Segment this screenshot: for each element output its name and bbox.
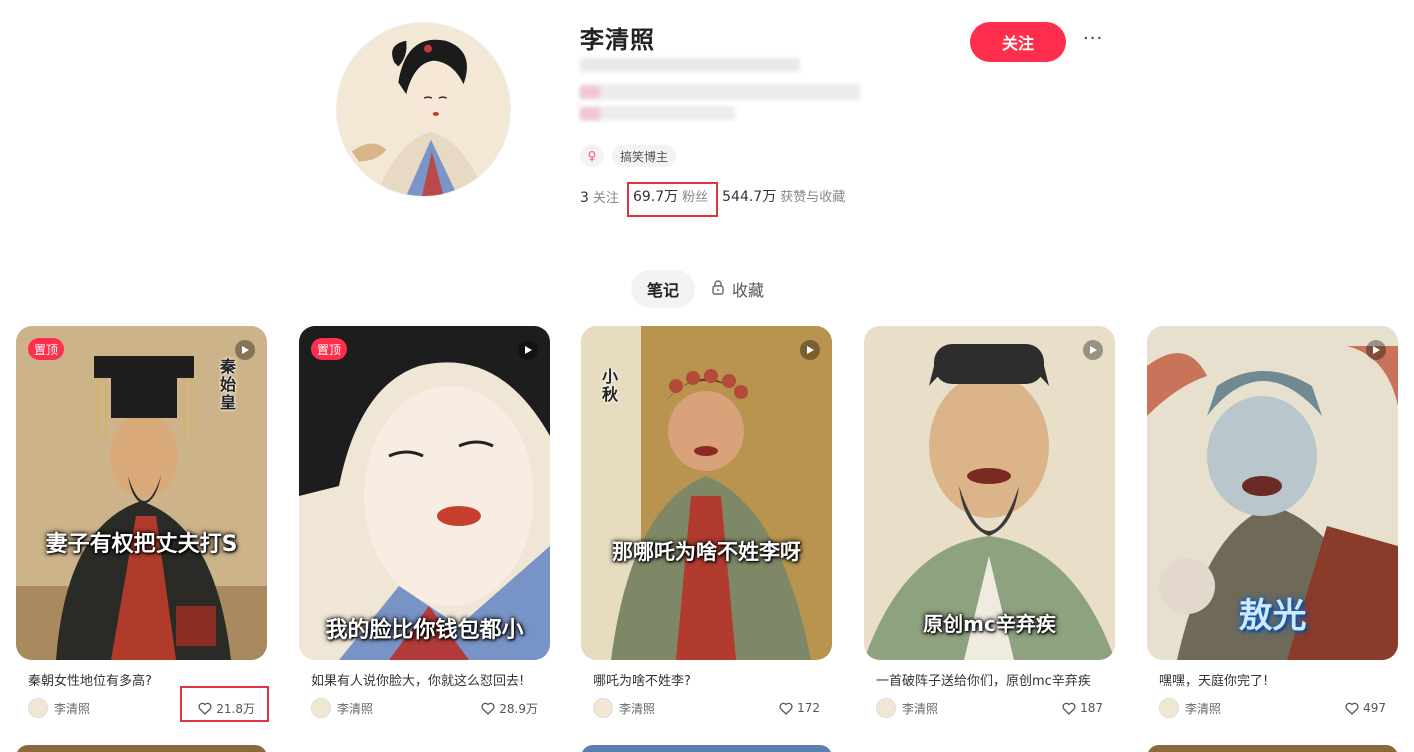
more-options-button[interactable]: ··· xyxy=(1083,28,1103,49)
like-button[interactable]: 28.9万 xyxy=(481,700,538,717)
next-row-cover xyxy=(581,745,832,752)
note-card[interactable]: 置顶 秦始皇 妻子有权把丈夫打S 秦朝女性地位有多高? 李清照 21.8万 xyxy=(16,326,267,718)
author-name: 李清照 xyxy=(1185,701,1222,716)
like-count: 187 xyxy=(1080,701,1103,715)
note-card[interactable]: 小秋 那哪吒为啥不姓李呀 哪吒为啥不姓李? 李清照 172 xyxy=(581,326,832,718)
cover-caption: 原创mc辛弃疾 xyxy=(923,612,1056,636)
tab-notes[interactable]: 笔记 xyxy=(631,270,695,308)
like-count: 28.9万 xyxy=(499,701,538,716)
video-play-icon xyxy=(518,340,538,360)
author-name: 李清照 xyxy=(902,701,939,716)
video-play-icon xyxy=(1366,340,1386,360)
redacted-bio-accent-2 xyxy=(580,108,600,120)
note-author[interactable]: 李清照 xyxy=(593,698,655,718)
note-card[interactable]: 置顶 我的脸比你钱包都小 如果有人说你脸大，你就这么怼回去! 李清照 28.9万 xyxy=(299,326,550,718)
author-name: 李清照 xyxy=(619,701,656,716)
note-title[interactable]: 一首破阵子送给你们，原创mc辛弃疾 xyxy=(864,660,1115,692)
tab-collect[interactable]: 收藏 xyxy=(710,270,764,308)
profile-stats: 3 关注 69.7万 粉丝 544.7万 获赞与收藏 xyxy=(580,186,859,206)
author-avatar xyxy=(876,698,896,718)
fans-highlight-box xyxy=(627,182,718,217)
redacted-id xyxy=(580,58,800,72)
like-button[interactable]: 497 xyxy=(1345,701,1386,715)
note-cover[interactable]: 置顶 我的脸比你钱包都小 xyxy=(299,326,550,660)
redacted-bio xyxy=(580,84,860,100)
heart-icon xyxy=(481,702,495,715)
video-play-icon xyxy=(1083,340,1103,360)
cover-side-text: 小秋 xyxy=(601,367,618,404)
author-avatar xyxy=(1159,698,1179,718)
profile-avatar xyxy=(336,22,511,197)
author-name: 李清照 xyxy=(54,701,91,716)
note-title[interactable]: 如果有人说你脸大，你就这么怼回去! xyxy=(299,660,550,692)
redacted-bio-2 xyxy=(580,106,735,120)
following-stat[interactable]: 3 关注 xyxy=(580,187,619,206)
lock-icon xyxy=(710,279,726,299)
like-button[interactable]: 172 xyxy=(779,701,820,715)
like-count: 497 xyxy=(1363,701,1386,715)
note-author[interactable]: 李清照 xyxy=(1159,698,1221,718)
author-avatar xyxy=(311,698,331,718)
cover-caption: 敖光 xyxy=(1238,596,1307,636)
note-author[interactable]: 李清照 xyxy=(311,698,373,718)
cover-caption: 我的脸比你钱包都小 xyxy=(325,618,524,643)
note-cover[interactable]: 置顶 秦始皇 妻子有权把丈夫打S xyxy=(16,326,267,660)
pinned-badge: 置顶 xyxy=(311,338,348,360)
author-name: 李清照 xyxy=(337,701,374,716)
cover-side-text: 秦始皇 xyxy=(219,357,236,412)
profile-name: 李清照 xyxy=(580,26,655,54)
author-avatar xyxy=(28,698,48,718)
video-play-icon xyxy=(235,340,255,360)
heart-icon xyxy=(1345,702,1359,715)
heart-icon xyxy=(1062,702,1076,715)
like-count: 172 xyxy=(797,701,820,715)
cover-caption: 那哪吒为啥不姓李呀 xyxy=(612,540,801,564)
note-author[interactable]: 李清照 xyxy=(876,698,938,718)
note-author[interactable]: 李清照 xyxy=(28,698,90,718)
tab-collect-label: 收藏 xyxy=(732,281,765,300)
next-row-cover xyxy=(16,745,267,752)
next-row-cover xyxy=(1147,745,1398,752)
likes-stat[interactable]: 544.7万 获赞与收藏 xyxy=(722,186,845,206)
pinned-badge: 置顶 xyxy=(28,338,65,360)
following-count: 3 xyxy=(580,189,589,206)
female-icon: ♀ xyxy=(580,145,604,167)
heart-icon xyxy=(779,702,793,715)
like-button[interactable]: 187 xyxy=(1062,701,1103,715)
note-cover[interactable]: 原创mc辛弃疾 xyxy=(864,326,1115,660)
likes-collect-count: 544.7万 xyxy=(722,189,777,205)
note-card[interactable]: 敖光 嘿嘿，天庭你完了! 李清照 497 xyxy=(1147,326,1398,718)
profile-tags: ♀ 搞笑博主 xyxy=(580,145,677,167)
author-avatar xyxy=(593,698,613,718)
video-play-icon xyxy=(800,340,820,360)
follow-button[interactable]: 关注 xyxy=(970,22,1066,62)
following-label: 关注 xyxy=(592,190,619,206)
likes-collect-label: 获赞与收藏 xyxy=(780,190,846,205)
note-cover[interactable]: 敖光 xyxy=(1147,326,1398,660)
note-title[interactable]: 哪吒为啥不姓李? xyxy=(581,660,832,692)
cover-caption: 妻子有权把丈夫打S xyxy=(45,532,238,557)
note-card[interactable]: 原创mc辛弃疾 一首破阵子送给你们，原创mc辛弃疾 李清照 187 xyxy=(864,326,1115,718)
redacted-bio-accent xyxy=(580,86,600,98)
note-cover[interactable]: 小秋 那哪吒为啥不姓李呀 xyxy=(581,326,832,660)
profile-tag: 搞笑博主 xyxy=(612,145,677,167)
likes-highlight-box xyxy=(180,686,269,722)
note-title[interactable]: 嘿嘿，天庭你完了! xyxy=(1147,660,1398,692)
